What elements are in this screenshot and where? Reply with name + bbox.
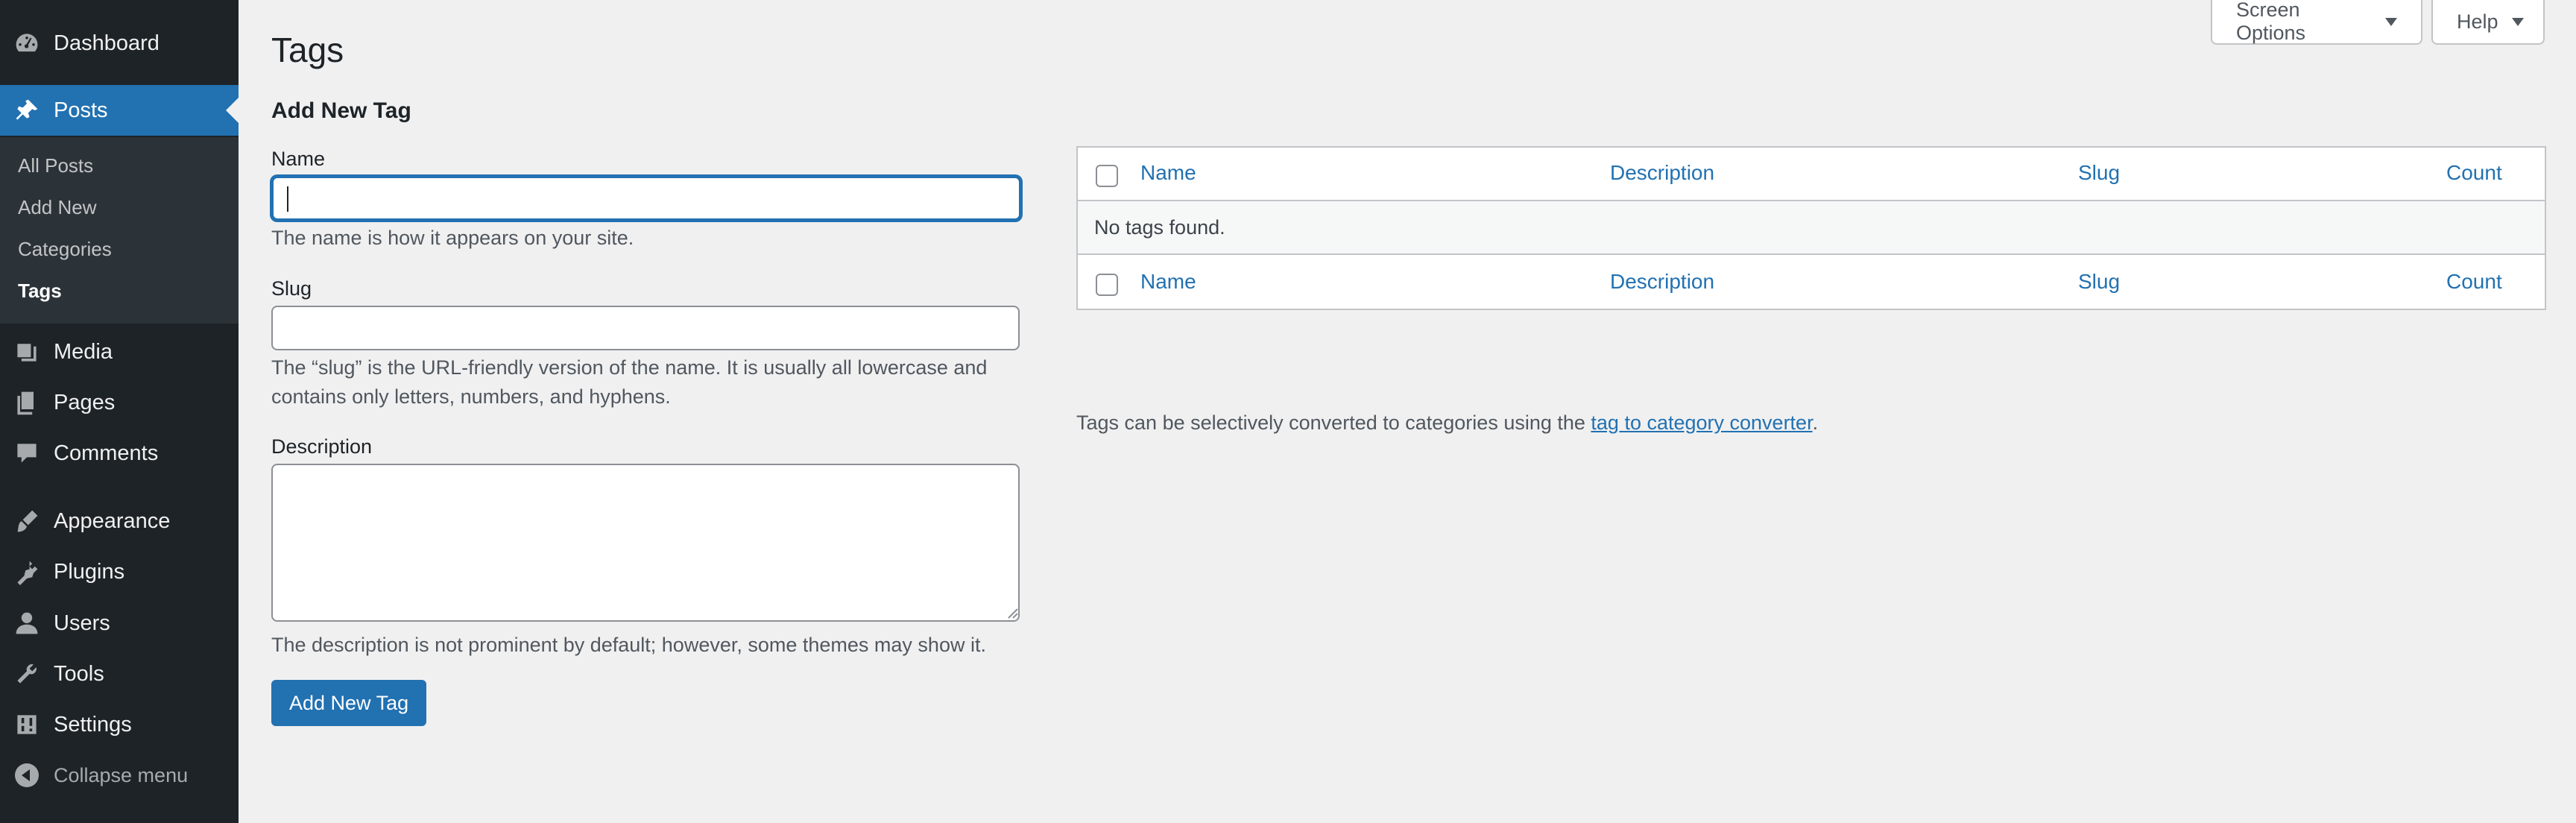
sidebar-item-pages[interactable]: Pages: [0, 377, 239, 428]
converter-text: Tags can be selectively converted to cat…: [1076, 412, 1591, 434]
wrench-icon: [0, 649, 54, 699]
sidebar-item-label: Tools: [54, 661, 104, 686]
name-input[interactable]: [271, 176, 1021, 221]
collapse-menu-label: Collapse menu: [54, 763, 189, 786]
converter-text-end: .: [1812, 412, 1819, 434]
select-all-checkbox-footer[interactable]: [1096, 274, 1118, 296]
column-description-sort[interactable]: Description: [1610, 161, 1714, 185]
tags-table: Name Description Slug Count No tags foun…: [1076, 146, 2546, 310]
slug-input[interactable]: [271, 306, 1020, 350]
screen-options-label: Screen Options: [2236, 0, 2306, 44]
sidebar-item-label: Media: [54, 339, 113, 364]
sidebar-item-label: Appearance: [54, 508, 171, 533]
media-icon: [0, 327, 54, 377]
sidebar-item-label: Settings: [54, 712, 132, 737]
sidebar-item-settings[interactable]: Settings: [0, 699, 239, 750]
table-header-row: Name Description Slug Count: [1078, 148, 2545, 201]
pages-icon: [0, 377, 54, 428]
tag-converter-link[interactable]: tag to category converter: [1591, 412, 1812, 434]
sidebar-item-label: Posts: [54, 98, 108, 122]
user-icon: [0, 598, 54, 649]
plug-icon: [0, 546, 54, 597]
empty-message: No tags found.: [1094, 216, 1225, 239]
caret-down-icon: [2385, 17, 2397, 26]
sidebar-item-comments[interactable]: Comments: [0, 428, 239, 479]
description-textarea[interactable]: [271, 464, 1020, 622]
add-new-tag-button[interactable]: Add New Tag: [271, 680, 427, 726]
submenu-item-tags[interactable]: Tags: [18, 277, 62, 304]
collapse-icon: [0, 763, 54, 787]
sidebar-item-tools[interactable]: Tools: [0, 649, 239, 699]
caret-down-icon: [2511, 17, 2524, 26]
column-description-sort-footer[interactable]: Description: [1610, 270, 1714, 294]
sidebar-item-label: Dashboard: [54, 31, 160, 55]
select-all-checkbox[interactable]: [1096, 165, 1118, 187]
slug-help-text: The “slug” is the URL-friendly version o…: [271, 356, 988, 408]
submenu-item-all-posts[interactable]: All Posts: [18, 152, 93, 179]
posts-submenu: All Posts Add New Categories Tags: [0, 137, 239, 324]
sidebar-item-label: Comments: [54, 441, 159, 465]
pin-icon: [0, 85, 54, 136]
sidebar-item-posts[interactable]: Posts: [0, 85, 239, 136]
sidebar-item-plugins[interactable]: Plugins: [0, 546, 239, 597]
sidebar-item-label: Users: [54, 611, 110, 635]
settings-icon: [0, 699, 54, 750]
resize-grip-icon[interactable]: [1006, 607, 1018, 619]
sidebar-item-media[interactable]: Media: [0, 327, 239, 377]
admin-sidebar: Dashboard Posts All Posts Add New Catego…: [0, 0, 239, 823]
sidebar-item-label: Plugins: [54, 559, 125, 584]
column-slug-sort[interactable]: Slug: [2078, 161, 2120, 185]
name-label: Name: [271, 148, 326, 170]
screen-options-button[interactable]: Screen Options: [2211, 0, 2422, 45]
column-count-sort[interactable]: Count: [2446, 161, 2502, 185]
sidebar-item-label: Pages: [54, 390, 116, 414]
sidebar-item-dashboard[interactable]: Dashboard: [0, 18, 239, 69]
column-count-sort-footer[interactable]: Count: [2446, 270, 2502, 294]
sidebar-item-users[interactable]: Users: [0, 598, 239, 649]
submenu-item-add-new[interactable]: Add New: [18, 194, 97, 221]
column-name-sort-footer[interactable]: Name: [1140, 270, 1196, 294]
submenu-item-categories[interactable]: Categories: [18, 236, 112, 262]
help-label: Help: [2457, 10, 2498, 33]
table-footer-row: Name Description Slug Count: [1078, 256, 2545, 310]
page-title: Tags: [271, 31, 344, 69]
help-button[interactable]: Help: [2431, 0, 2545, 45]
brush-icon: [0, 496, 54, 546]
converter-note: Tags can be selectively converted to cat…: [1076, 412, 1818, 435]
description-help-text: The description is not prominent by defa…: [271, 634, 986, 656]
form-heading: Add New Tag: [271, 98, 411, 123]
name-help-text: The name is how it appears on your site.: [271, 227, 634, 249]
text-cursor: [287, 186, 288, 212]
table-row: No tags found.: [1078, 201, 2545, 255]
slug-label: Slug: [271, 277, 312, 300]
column-slug-sort-footer[interactable]: Slug: [2078, 270, 2120, 294]
sidebar-item-appearance[interactable]: Appearance: [0, 496, 239, 546]
column-name-sort[interactable]: Name: [1140, 161, 1196, 185]
collapse-menu-button[interactable]: Collapse menu: [0, 753, 239, 798]
comment-icon: [0, 428, 54, 479]
description-label: Description: [271, 435, 373, 458]
dashboard-icon: [0, 18, 54, 69]
